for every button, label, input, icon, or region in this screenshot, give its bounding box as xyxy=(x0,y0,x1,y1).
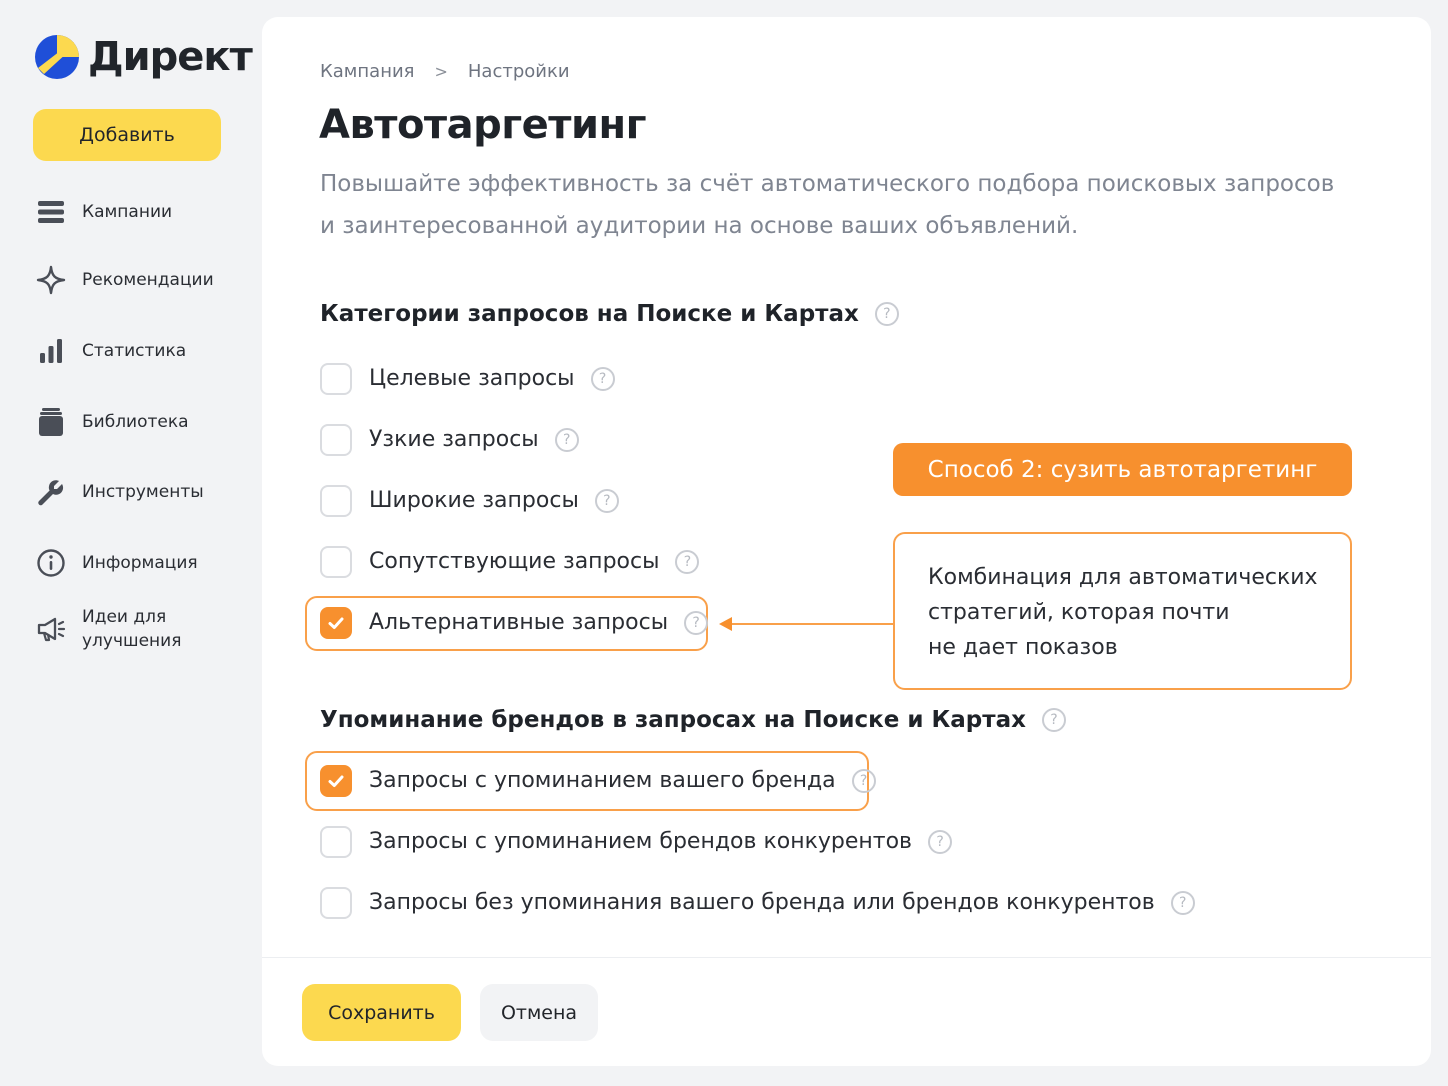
sidebar-item-label: Статистика xyxy=(82,341,187,361)
megaphone-icon xyxy=(34,612,68,646)
option-broad-queries[interactable]: Широкие запросы ? xyxy=(320,485,619,517)
bar-chart-icon xyxy=(34,334,68,368)
footer-divider xyxy=(262,957,1431,958)
checkbox-checked[interactable] xyxy=(320,765,352,797)
checkbox[interactable] xyxy=(320,826,352,858)
section-title-query-categories: Категории запросов на Поиске и Картах ? xyxy=(320,298,899,330)
help-icon[interactable]: ? xyxy=(851,769,876,793)
logo-text: Директ xyxy=(88,34,253,80)
sparkle-icon xyxy=(34,263,68,297)
checkbox[interactable] xyxy=(320,887,352,919)
option-competitor-brand-queries[interactable]: Запросы с упоминанием брендов конкуренто… xyxy=(320,826,953,858)
checkmark-icon xyxy=(328,775,344,787)
help-icon[interactable]: ? xyxy=(590,367,615,391)
info-icon xyxy=(34,546,68,580)
page-description: Повышайте эффективность за счёт автомати… xyxy=(320,171,1335,239)
sidebar-item-label: Рекомендации xyxy=(82,270,214,290)
annotation-note-line1: Комбинация для автоматических xyxy=(928,565,1318,590)
option-no-brand-queries[interactable]: Запросы без упоминания вашего бренда или… xyxy=(320,887,1195,919)
help-icon[interactable]: ? xyxy=(594,489,619,513)
option-target-queries[interactable]: Целевые запросы ? xyxy=(320,363,615,395)
arrow-left-icon xyxy=(719,617,732,631)
checkbox[interactable] xyxy=(320,424,352,456)
option-label: Запросы без упоминания вашего бренда или… xyxy=(369,890,1155,915)
checkbox[interactable] xyxy=(320,485,352,517)
help-icon[interactable]: ? xyxy=(874,302,899,326)
sidebar-item-label: Библиотека xyxy=(82,412,189,432)
breadcrumb-item-settings[interactable]: Настройки xyxy=(468,61,570,82)
help-icon[interactable]: ? xyxy=(928,830,953,854)
sidebar: Директ Добавить Кампании Рекомендации Ст… xyxy=(0,0,262,1086)
sidebar-item-tools[interactable]: Инструменты xyxy=(34,475,204,509)
annotation-title: Способ 2: сузить автотаргетинг xyxy=(893,443,1352,496)
option-label: Запросы с упоминанием брендов конкуренто… xyxy=(369,829,913,854)
checkbox-checked[interactable] xyxy=(320,607,352,639)
sidebar-item-label-line1: Идеи для xyxy=(82,607,167,627)
library-icon xyxy=(34,405,68,439)
section-title-text: Категории запросов на Поиске и Картах xyxy=(320,301,859,327)
add-button[interactable]: Добавить xyxy=(33,109,221,161)
cancel-button[interactable]: Отмена xyxy=(480,984,598,1041)
sidebar-item-recommendations[interactable]: Рекомендации xyxy=(34,263,214,297)
option-related-queries[interactable]: Сопутствующие запросы ? xyxy=(320,546,700,578)
help-icon[interactable]: ? xyxy=(675,550,700,574)
save-button[interactable]: Сохранить xyxy=(302,984,461,1041)
help-icon[interactable]: ? xyxy=(1041,708,1066,732)
sidebar-item-statistics[interactable]: Статистика xyxy=(34,334,186,368)
option-narrow-queries[interactable]: Узкие запросы ? xyxy=(320,424,579,456)
sidebar-item-label: Кампании xyxy=(82,202,173,222)
checkbox[interactable] xyxy=(320,546,352,578)
breadcrumb-item-campaign[interactable]: Кампания xyxy=(320,61,414,82)
option-label: Запросы с упоминанием вашего бренда xyxy=(369,768,836,793)
sidebar-item-label-line2: улучшения xyxy=(82,631,182,651)
annotation-note: Комбинация для автоматических стратегий,… xyxy=(893,532,1352,690)
sidebar-item-label: Информация xyxy=(82,553,198,573)
direct-logo-icon xyxy=(35,35,79,79)
checkmark-icon xyxy=(328,617,344,629)
checkbox[interactable] xyxy=(320,363,352,395)
option-label: Альтернативные запросы xyxy=(369,610,669,635)
wrench-icon xyxy=(34,475,68,509)
sidebar-item-info[interactable]: Информация xyxy=(34,546,198,580)
option-label: Широкие запросы xyxy=(369,488,579,513)
sidebar-item-label: Инструменты xyxy=(82,482,204,502)
sidebar-item-library[interactable]: Библиотека xyxy=(34,405,189,439)
option-label: Целевые запросы xyxy=(369,366,575,391)
sidebar-item-campaigns[interactable]: Кампании xyxy=(34,195,172,229)
sidebar-item-label: Идеи для улучшения xyxy=(82,605,181,653)
option-label: Сопутствующие запросы xyxy=(369,549,660,574)
breadcrumb: Кампания > Настройки xyxy=(320,61,570,82)
page-title: Автотаргетинг xyxy=(319,102,647,148)
list-icon xyxy=(34,195,68,229)
annotation-note-line3: не дает показов xyxy=(928,635,1118,660)
option-label: Узкие запросы xyxy=(369,427,539,452)
help-icon[interactable]: ? xyxy=(554,428,579,452)
logo[interactable]: Директ xyxy=(34,32,253,82)
help-icon[interactable]: ? xyxy=(684,611,709,635)
section-title-brand-mentions: Упоминание брендов в запросах на Поиске … xyxy=(320,704,1066,736)
option-own-brand-queries[interactable]: Запросы с упоминанием вашего бренда ? xyxy=(320,765,876,797)
option-alternative-queries[interactable]: Альтернативные запросы ? xyxy=(320,607,709,639)
section-title-text: Упоминание брендов в запросах на Поиске … xyxy=(320,707,1026,733)
annotation-note-line2: стратегий, которая почти xyxy=(928,600,1230,625)
annotation-arrow-line xyxy=(732,623,893,625)
sidebar-item-ideas[interactable]: Идеи для улучшения xyxy=(34,605,181,653)
breadcrumb-chevron-icon: > xyxy=(434,62,448,81)
help-icon[interactable]: ? xyxy=(1170,891,1195,915)
